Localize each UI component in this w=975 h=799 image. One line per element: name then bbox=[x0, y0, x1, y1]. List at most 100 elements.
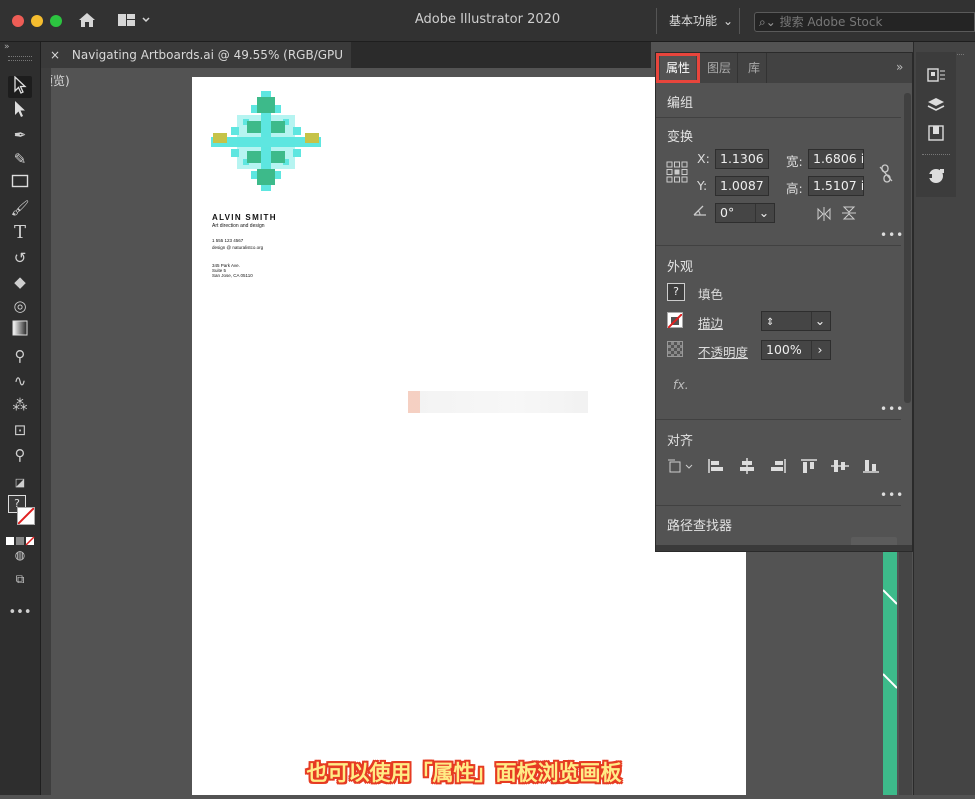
chevron-right-icon[interactable]: › bbox=[811, 341, 828, 359]
align-top-icon[interactable] bbox=[798, 458, 820, 478]
expand-toolbar-icon[interactable]: » bbox=[4, 42, 10, 52]
rotate-tool-icon[interactable]: ↺ bbox=[8, 247, 32, 269]
close-tab-icon[interactable]: × bbox=[50, 48, 60, 62]
group-label: 编组 bbox=[667, 96, 694, 111]
align-to-dropdown-icon[interactable] bbox=[667, 458, 697, 478]
panel-resize-grip[interactable] bbox=[656, 545, 912, 551]
opacity-label[interactable]: 不透明度 bbox=[698, 342, 748, 361]
stroke-weight-stepper-icon[interactable]: ⇕ bbox=[766, 317, 774, 328]
flip-vertical-icon[interactable] bbox=[842, 205, 856, 221]
selection-tool-icon[interactable] bbox=[8, 75, 32, 98]
appearance-more-options-icon[interactable]: ••• bbox=[880, 402, 904, 416]
contact-name: ALVIN SMITH bbox=[212, 213, 277, 222]
chevron-down-icon[interactable]: ⌄ bbox=[811, 312, 828, 330]
y-label: Y: bbox=[697, 178, 708, 193]
draw-mode-icon[interactable]: ◍ bbox=[8, 544, 32, 566]
divider bbox=[656, 505, 901, 506]
tab-highlight-box bbox=[656, 53, 700, 83]
align-left-icon[interactable] bbox=[705, 458, 727, 478]
stroke-weight-field[interactable]: ⇕ ⌄ bbox=[761, 311, 831, 331]
align-horizontal-center-icon[interactable] bbox=[736, 458, 758, 478]
x-label: X: bbox=[697, 151, 710, 166]
divider bbox=[656, 419, 901, 420]
canvas-left-edge bbox=[41, 68, 51, 795]
paintbrush-tool-icon[interactable]: 🖌 bbox=[8, 197, 32, 219]
stock-search-input[interactable]: ⌕⌄ 搜索 Adobe Stock bbox=[754, 12, 975, 32]
align-vertical-center-icon[interactable] bbox=[829, 458, 851, 478]
contact-email: design @ naturalistco.org bbox=[212, 245, 264, 250]
curvature-tool-icon[interactable]: ✎ bbox=[8, 148, 32, 170]
dock-grip[interactable] bbox=[922, 154, 950, 158]
caption-overlay: 也可以使用「属性」面板浏览画板 bbox=[306, 761, 622, 785]
align-right-icon[interactable] bbox=[767, 458, 789, 478]
tab-layers[interactable]: 图层 bbox=[701, 53, 739, 83]
pen-tool-icon[interactable]: ✒ bbox=[8, 124, 32, 146]
x-position-field[interactable]: 1.1306 i bbox=[715, 149, 769, 169]
reference-point-icon[interactable] bbox=[666, 161, 688, 183]
width-field[interactable]: 1.6806 ir bbox=[808, 149, 864, 169]
panel-scrollbar[interactable] bbox=[904, 93, 911, 403]
chevron-down-icon[interactable]: ⌄ bbox=[755, 204, 772, 222]
contact-block: ALVIN SMITH Art direction and design 1 5… bbox=[212, 213, 277, 278]
height-label: 高: bbox=[786, 181, 803, 196]
appearance-title: 外观 bbox=[667, 260, 694, 275]
rotate-angle-field[interactable]: 0° ⌄ bbox=[715, 203, 775, 223]
contact-phone: 1 555 123 4567 bbox=[212, 238, 244, 243]
contact-tagline: Art direction and design bbox=[212, 223, 265, 229]
color-guide-icon[interactable] bbox=[926, 166, 946, 186]
tools-panel: » ✒ ✎ 🖌 T ↺ ◆ ◎ ⚲ ∿ ⁂ ⊡ ⚲ ◪ ⤺ ? ◍ ⧉ ••• bbox=[0, 42, 41, 795]
collapse-panel-icon[interactable]: » bbox=[896, 60, 903, 74]
eraser-tool-icon[interactable]: ◆ bbox=[8, 271, 32, 293]
screen-mode-icon[interactable]: ⧉ bbox=[8, 568, 32, 590]
height-field[interactable]: 1.5107 ir bbox=[808, 176, 864, 196]
artboard-tool-icon[interactable]: ⊡ bbox=[8, 419, 32, 441]
zoom-tool-icon[interactable]: ⚲ bbox=[8, 444, 32, 466]
width-tool-icon[interactable]: ◎ bbox=[8, 295, 32, 317]
stroke-color-swatch[interactable] bbox=[667, 312, 683, 329]
dock-icon-column bbox=[916, 52, 956, 197]
workspace-label: 基本功能 bbox=[669, 14, 718, 28]
properties-panel: 属性 图层 库 » 编组 变换 X: 1.1306 i 宽: 1.6806 ir… bbox=[655, 52, 913, 552]
title-bar: Adobe Illustrator 2020 基本功能 ⌄ ⌕⌄ 搜索 Adob… bbox=[0, 0, 975, 42]
default-fill-stroke-icon[interactable]: ◪ ⤺ bbox=[8, 472, 32, 511]
fill-label: 填色 bbox=[698, 287, 724, 302]
direct-selection-tool-icon[interactable] bbox=[8, 100, 32, 122]
workspace-switcher[interactable]: 基本功能 ⌄ bbox=[656, 8, 740, 34]
align-bottom-icon[interactable] bbox=[860, 458, 882, 478]
chevron-down-icon: ⌄ bbox=[722, 14, 733, 28]
document-tab[interactable]: × Navigating Artboards.ai @ 49.55% (RGB/… bbox=[41, 42, 351, 88]
edit-toolbar-icon[interactable]: ••• bbox=[8, 602, 32, 624]
blurred-content bbox=[408, 391, 588, 413]
color-mode-buttons[interactable] bbox=[6, 531, 36, 546]
opacity-icon bbox=[667, 341, 683, 357]
stroke-label[interactable]: 描边 bbox=[698, 313, 723, 332]
fill-stroke-swatches[interactable]: ? bbox=[8, 495, 36, 525]
gradient-tool-icon[interactable] bbox=[8, 320, 32, 342]
logo-mark bbox=[207, 89, 325, 193]
tab-libraries[interactable]: 库 bbox=[742, 53, 768, 83]
fill-color-swatch[interactable]: ? bbox=[667, 283, 685, 301]
toolbar-grip[interactable] bbox=[8, 56, 32, 61]
opacity-field[interactable]: 100% › bbox=[761, 340, 831, 360]
constrain-proportions-icon[interactable] bbox=[878, 163, 894, 185]
eyedropper-tool-icon[interactable]: ⚲ bbox=[8, 345, 32, 367]
libraries-panel-icon[interactable] bbox=[926, 124, 946, 142]
symbol-sprayer-tool-icon[interactable]: ⁂ bbox=[8, 394, 32, 416]
flip-horizontal-icon[interactable] bbox=[816, 206, 832, 221]
y-position-field[interactable]: 1.0087 i bbox=[715, 176, 769, 196]
rotate-angle-value: 0° bbox=[720, 205, 735, 220]
layers-panel-icon[interactable] bbox=[926, 96, 946, 114]
properties-panel-icon[interactable] bbox=[926, 66, 946, 84]
align-more-options-icon[interactable]: ••• bbox=[880, 488, 904, 502]
type-tool-icon[interactable]: T bbox=[8, 222, 32, 244]
panel-tab-bar: 属性 图层 库 » bbox=[656, 53, 912, 83]
transform-more-options-icon[interactable]: ••• bbox=[880, 228, 904, 242]
search-icon: ⌕⌄ bbox=[759, 15, 776, 29]
effects-icon[interactable]: fx. bbox=[673, 377, 689, 392]
transform-title: 变换 bbox=[667, 130, 694, 145]
angle-icon bbox=[692, 202, 708, 218]
pathfinder-title: 路径查找器 bbox=[667, 519, 733, 534]
blend-tool-icon[interactable]: ∿ bbox=[8, 370, 32, 392]
stroke-none-swatch[interactable] bbox=[17, 507, 35, 525]
rectangle-tool-icon[interactable] bbox=[8, 172, 32, 194]
